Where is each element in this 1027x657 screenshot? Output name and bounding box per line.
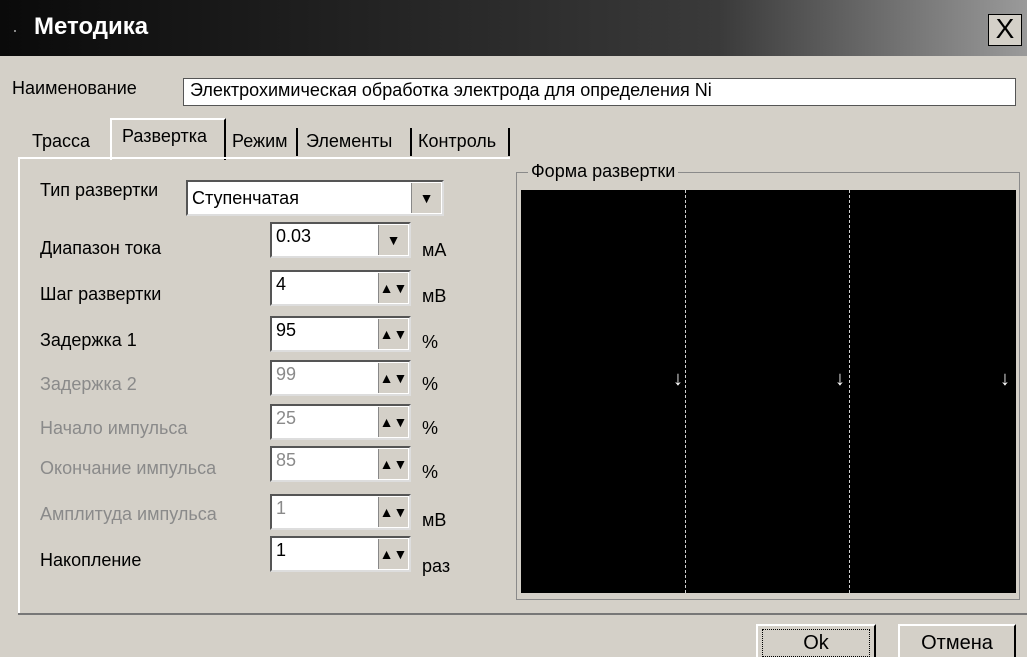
- dialog-window: · Методика X Наименование Электрохимичес…: [0, 0, 1027, 657]
- pulse-start-value: 25: [276, 408, 297, 428]
- tab-divider: [410, 128, 412, 156]
- spin-arrows-icon: ▲▼: [378, 449, 408, 479]
- close-icon: X: [995, 13, 1015, 44]
- title-bar[interactable]: · Методика X: [0, 0, 1027, 56]
- spin-arrows-icon[interactable]: ▲▼: [378, 539, 408, 569]
- pulse-amplitude-label: Амплитуда импульса: [40, 504, 217, 524]
- chevron-down-icon[interactable]: ▼: [411, 183, 441, 213]
- pulse-end-unit: %: [422, 462, 439, 482]
- chevron-down-icon[interactable]: ▼: [378, 225, 408, 255]
- current-range-value: 0.03: [276, 226, 312, 246]
- delay1-unit: %: [422, 332, 439, 352]
- arrow-down-icon: ↓: [835, 368, 845, 390]
- close-button[interactable]: X: [988, 14, 1022, 46]
- pulse-start-stepper: 25 ▲▼: [270, 404, 411, 440]
- current-range-label: Диапазон тока: [40, 238, 162, 258]
- tab-panel-border: [18, 157, 20, 614]
- tab-panel-border: [18, 613, 1027, 615]
- cancel-button-label: Отмена: [921, 632, 993, 654]
- name-label: Наименование: [12, 78, 137, 98]
- accumulation-unit: раз: [422, 556, 451, 576]
- tab-divider: [508, 128, 510, 156]
- step-divider: [849, 190, 851, 593]
- name-input[interactable]: Электрохимическая обработка электрода дл…: [183, 78, 1016, 106]
- accumulation-value: 1: [276, 540, 287, 560]
- cancel-button[interactable]: Отмена: [898, 624, 1016, 657]
- pulse-amplitude-value: 1: [276, 498, 287, 518]
- delay2-label: Задержка 2: [40, 374, 137, 394]
- pulse-start-label: Начало импульса: [40, 418, 188, 438]
- sweep-shape-plot: ↓ ↓ ↓: [521, 190, 1016, 593]
- delay1-value: 95: [276, 320, 297, 340]
- arrow-down-icon: ↓: [673, 368, 683, 390]
- group-border: [516, 172, 517, 600]
- delay2-unit: %: [422, 374, 439, 394]
- pulse-end-label: Окончание импульса: [40, 458, 217, 478]
- accumulation-label: Накопление: [40, 550, 142, 570]
- spin-arrows-icon: ▲▼: [378, 363, 408, 393]
- tab-trassa[interactable]: Трасса: [32, 126, 90, 156]
- sweep-step-label: Шаг развертки: [40, 284, 162, 304]
- sweep-type-select[interactable]: Ступенчатая ▼: [186, 180, 444, 216]
- tab-elementy[interactable]: Элементы: [306, 126, 392, 156]
- window-title: Методика: [34, 13, 149, 40]
- pulse-amplitude-stepper: 1 ▲▼: [270, 494, 411, 530]
- accumulation-stepper[interactable]: 1 ▲▼: [270, 536, 411, 572]
- tab-panel-border: [18, 157, 510, 159]
- pulse-amplitude-unit: мВ: [422, 510, 447, 530]
- step-divider: [685, 190, 687, 593]
- pulse-start-unit: %: [422, 418, 439, 438]
- tab-kontrol[interactable]: Контроль: [418, 126, 496, 156]
- focus-rect: [762, 629, 870, 657]
- spin-arrows-icon: ▲▼: [378, 407, 408, 437]
- delay1-stepper[interactable]: 95 ▲▼: [270, 316, 411, 352]
- ok-button[interactable]: Ok: [756, 624, 876, 657]
- sweep-step-stepper[interactable]: 4 ▲▼: [270, 270, 411, 306]
- delay1-label: Задержка 1: [40, 330, 137, 350]
- tab-divider: [296, 128, 298, 156]
- current-range-unit: мА: [422, 240, 447, 260]
- tab-rezhim[interactable]: Режим: [232, 126, 288, 156]
- pulse-end-stepper: 85 ▲▼: [270, 446, 411, 482]
- pulse-end-value: 85: [276, 450, 297, 470]
- sweep-step-value: 4: [276, 274, 287, 294]
- sweep-type-value: Ступенчатая: [192, 188, 299, 208]
- spin-arrows-icon[interactable]: ▲▼: [378, 273, 408, 303]
- spin-arrows-icon: ▲▼: [378, 497, 408, 527]
- delay2-stepper: 99 ▲▼: [270, 360, 411, 396]
- group-border: [1019, 172, 1020, 600]
- window-icon: ·: [12, 20, 18, 40]
- current-range-select[interactable]: 0.03 ▼: [270, 222, 411, 258]
- delay2-value: 99: [276, 364, 297, 384]
- sweep-shape-title: Форма развертки: [528, 161, 679, 182]
- arrow-down-icon: ↓: [1000, 368, 1010, 390]
- group-border: [516, 599, 1020, 600]
- sweep-type-label: Тип развертки: [40, 180, 159, 200]
- tab-razvertka[interactable]: Развертка: [110, 118, 226, 160]
- spin-arrows-icon[interactable]: ▲▼: [378, 319, 408, 349]
- sweep-step-unit: мВ: [422, 286, 447, 306]
